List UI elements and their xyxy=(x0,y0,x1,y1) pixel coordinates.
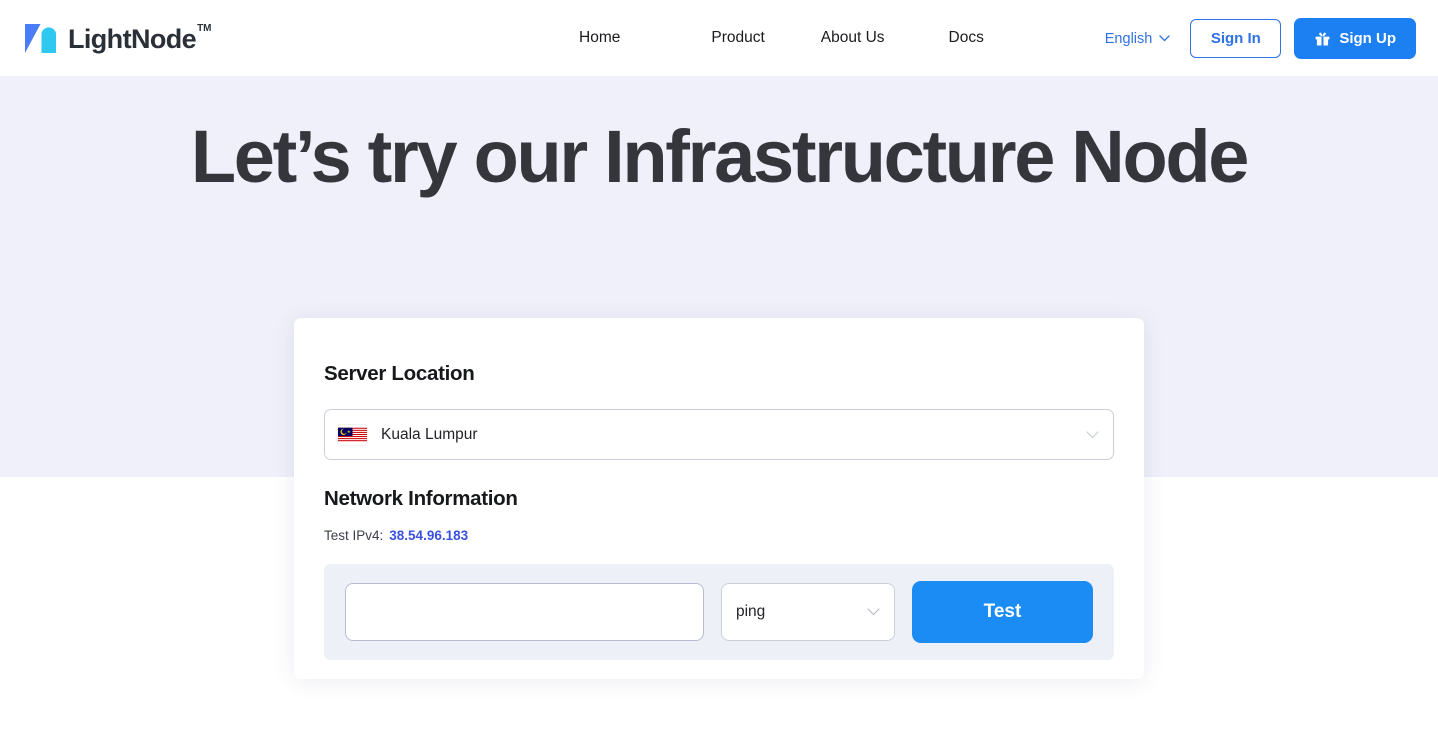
nav-item-docs[interactable]: Docs xyxy=(949,27,984,49)
logo-trademark: TM xyxy=(197,23,211,35)
lightnode-logo-icon xyxy=(22,20,59,57)
sign-in-button[interactable]: Sign In xyxy=(1190,19,1281,58)
chevron-down-icon xyxy=(1086,431,1099,439)
page-root: LightNode TM Home Product About Us Docs … xyxy=(0,0,1438,737)
test-method-select[interactable]: ping xyxy=(721,583,895,641)
network-information-heading: Network Information xyxy=(324,485,1114,513)
network-test-card: Server Location Kuala Lumpur xyxy=(294,318,1144,679)
malaysia-flag-icon xyxy=(338,425,367,445)
nav-item-home[interactable]: Home xyxy=(579,27,620,49)
test-ipv4-row: Test IPv4: 38.54.96.183 xyxy=(324,526,1114,545)
sign-up-button[interactable]: Sign Up xyxy=(1294,18,1416,59)
test-ipv4-label: Test IPv4: xyxy=(324,526,383,545)
nav-item-about-us[interactable]: About Us xyxy=(821,27,885,49)
main-navigation: Home Product About Us Docs xyxy=(579,27,984,49)
chevron-down-icon xyxy=(1159,35,1170,42)
logo[interactable]: LightNode TM xyxy=(22,20,212,57)
server-location-value: Kuala Lumpur xyxy=(381,424,1086,446)
header-actions: English Sign In Sign Up xyxy=(1105,18,1416,59)
test-form-panel: ping Test xyxy=(324,564,1114,660)
page-title: Let’s try our Infrastructure Node xyxy=(0,114,1438,200)
site-header: LightNode TM Home Product About Us Docs … xyxy=(0,0,1438,76)
logo-text: LightNode xyxy=(68,22,196,56)
server-location-heading: Server Location xyxy=(324,360,1114,388)
test-method-value: ping xyxy=(736,601,867,623)
nav-item-product[interactable]: Product xyxy=(711,27,764,49)
host-input[interactable] xyxy=(345,583,704,641)
chevron-down-icon xyxy=(867,608,880,616)
test-button[interactable]: Test xyxy=(912,581,1093,643)
language-selector[interactable]: English xyxy=(1105,31,1171,47)
server-location-select[interactable]: Kuala Lumpur xyxy=(324,409,1114,460)
test-ipv4-value[interactable]: 38.54.96.183 xyxy=(389,526,468,545)
language-label: English xyxy=(1105,31,1153,47)
sign-up-label: Sign Up xyxy=(1339,30,1396,47)
gift-icon xyxy=(1314,30,1331,47)
